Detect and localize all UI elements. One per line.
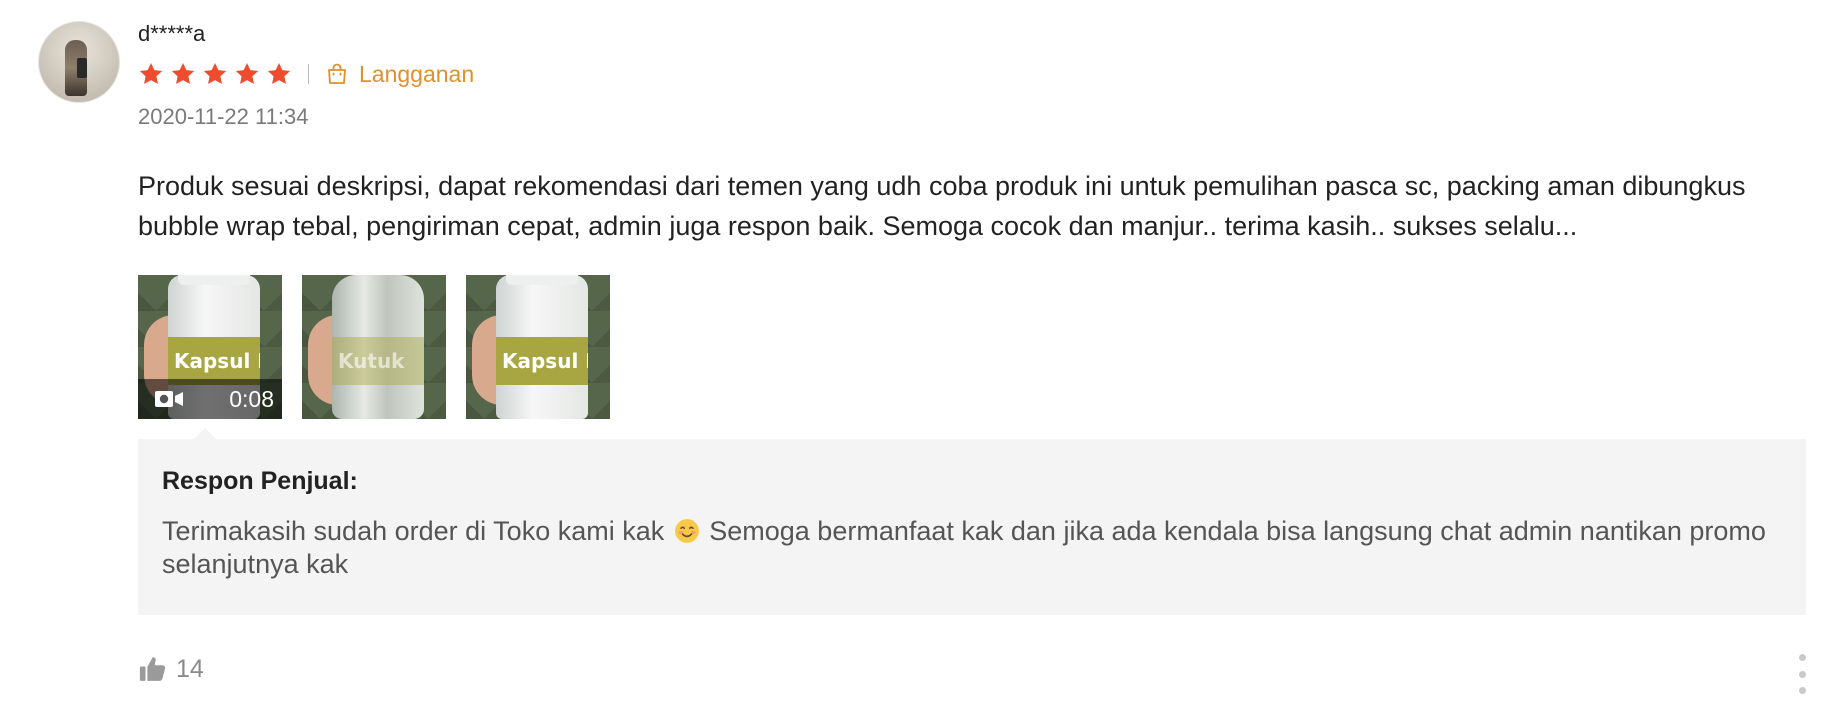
media-video-thumbnail[interactable]: Kapsul Kutuk 0:08 (138, 275, 282, 419)
review-timestamp: 2020-11-22 11:34 (138, 104, 309, 129)
thumbnail-bottle-cap (178, 275, 250, 285)
thumbnail-bottle-label: Kutuk (332, 337, 424, 385)
review-text: Produk sesuai deskripsi, dapat rekomenda… (138, 171, 1746, 241)
video-overlay: 0:08 (138, 379, 282, 419)
review-footer: 14 (138, 654, 204, 684)
star-icon (203, 62, 227, 84)
media-image-thumbnail[interactable]: Kapsul Kutuk (466, 275, 610, 419)
star-icon (267, 62, 291, 84)
video-duration: 0:08 (229, 385, 274, 412)
seller-reply: Respon Penjual: Terimakasih sudah order … (138, 439, 1806, 615)
thumbnail-bottle-label: Kapsul Kutuk (496, 337, 588, 385)
rating-row: Langganan (138, 58, 474, 90)
media-image-thumbnail[interactable]: Kutuk (302, 275, 446, 419)
star-icon (139, 62, 163, 84)
thumbs-up-icon[interactable] (138, 654, 168, 684)
video-camera-icon (155, 391, 183, 407)
variant-tag: Langganan (325, 61, 474, 88)
seller-reply-text: Terimakasih sudah order di Toko kami kak… (162, 515, 1782, 581)
star-rating (138, 61, 292, 87)
review-media: Kapsul Kutuk 0:08 Kutuk Kapsul Kutuk (138, 275, 610, 419)
star-icon (171, 62, 195, 84)
avatar-phone (77, 58, 87, 78)
more-vertical-icon (1798, 670, 1806, 678)
like-count: 14 (176, 654, 204, 683)
more-vertical-icon (1798, 687, 1806, 694)
thumbnail-bottle-label: Kapsul Kutuk (168, 337, 260, 385)
thumbnail-bottle-cap (506, 275, 578, 285)
rating-divider (308, 64, 309, 84)
more-vertical-icon (1798, 654, 1806, 661)
seller-reply-pointer (194, 428, 216, 439)
avatar[interactable] (38, 21, 120, 103)
seller-reply-text-start: Terimakasih sudah order di Toko kami kak (162, 516, 672, 546)
star-icon (235, 62, 259, 84)
reviewer-username: d*****a (138, 21, 206, 46)
variant-label: Langganan (359, 60, 475, 87)
shopping-bag-icon (328, 63, 346, 84)
smiling-face-emoji-icon (674, 519, 699, 543)
seller-reply-title: Respon Penjual: (162, 467, 358, 495)
product-review: d*****a Langganan 2020-11-22 11:34 Produ… (0, 0, 1824, 714)
more-options-button[interactable] (1796, 654, 1808, 694)
